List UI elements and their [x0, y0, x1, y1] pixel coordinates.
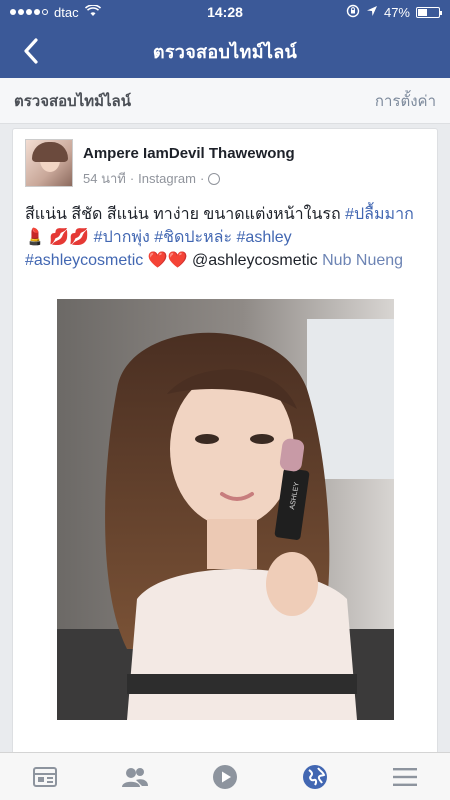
hashtag-link[interactable]: #ชิดปะหล่ะ — [154, 229, 232, 246]
post-tail-text[interactable]: Nub Nueng — [322, 252, 403, 269]
chevron-left-icon — [24, 38, 38, 64]
back-button[interactable] — [14, 34, 48, 68]
post-photo[interactable]: ASHLEY — [57, 299, 394, 720]
hashtag-link[interactable]: #ปลื้มมาก — [345, 206, 414, 223]
rotation-lock-icon — [346, 4, 360, 21]
post-text-plain: สีแน่น สีชัด สีแน่น ทาง่าย ขนาดแต่งหน้าใ… — [25, 206, 346, 223]
hashtag-link[interactable]: #ashley — [237, 229, 292, 246]
avatar[interactable] — [25, 139, 73, 187]
tab-news-feed[interactable] — [15, 755, 75, 799]
tab-video[interactable] — [195, 755, 255, 799]
section-header: ตรวจสอบไทม์ไลน์ การตั้งค่า — [0, 78, 450, 124]
nav-bar: ตรวจสอบไทม์ไลน์ — [0, 24, 450, 78]
post-text: สีแน่น สีชัด สีแน่น ทาง่าย ขนาดแต่งหน้าใ… — [13, 189, 437, 272]
author-name[interactable]: Ampere IamDevil Thawewong — [83, 145, 295, 162]
photo-illustration: ASHLEY — [57, 299, 394, 720]
hashtag-link[interactable]: #ปากพุ่ง — [94, 229, 150, 246]
globe-icon — [303, 764, 327, 789]
meta-separator: · — [129, 171, 135, 186]
post-meta: Ampere IamDevil Thawewong 54 นาที · Inst… — [83, 139, 295, 189]
nav-title: ตรวจสอบไทม์ไลน์ — [152, 41, 298, 62]
wifi-icon — [84, 3, 101, 20]
signal-icon — [10, 9, 48, 15]
play-icon — [213, 764, 237, 789]
post-source: Instagram — [138, 171, 196, 186]
post-timestamp: 54 นาที · Instagram · — [83, 168, 295, 189]
hashtag-link[interactable]: #ashleycosmetic — [25, 252, 143, 269]
top-bar: dtac 14:28 47% ตรวจสอบไทม์ไลน์ — [0, 0, 450, 78]
menu-icon — [393, 767, 417, 786]
news-feed-icon — [33, 766, 57, 787]
battery-percent: 47% — [383, 4, 410, 20]
battery-icon — [416, 6, 442, 18]
status-bar: dtac 14:28 47% — [0, 0, 450, 24]
tab-menu[interactable] — [375, 755, 435, 799]
post-header: Ampere IamDevil Thawewong 54 นาที · Inst… — [13, 129, 437, 189]
friends-icon — [122, 767, 148, 787]
post-card: Ampere IamDevil Thawewong 54 นาที · Inst… — [12, 128, 438, 768]
emoji-hearts: ❤️❤️ — [147, 252, 188, 269]
section-title: ตรวจสอบไทม์ไลน์ — [14, 92, 132, 110]
settings-link[interactable]: การตั้งค่า — [375, 89, 436, 113]
meta-separator-2: · — [199, 171, 205, 186]
mention-link[interactable]: @ashleycosmetic — [192, 252, 318, 269]
tab-bar — [0, 752, 450, 800]
carrier-name: dtac — [54, 4, 79, 20]
globe-icon — [208, 172, 221, 185]
tab-friends[interactable] — [105, 755, 165, 799]
emoji-lipstick-kiss: 💄 💋💋 — [25, 229, 90, 246]
post-time[interactable]: 54 นาที — [83, 168, 126, 189]
tab-notifications[interactable] — [285, 755, 345, 799]
location-arrow-icon — [366, 5, 378, 20]
